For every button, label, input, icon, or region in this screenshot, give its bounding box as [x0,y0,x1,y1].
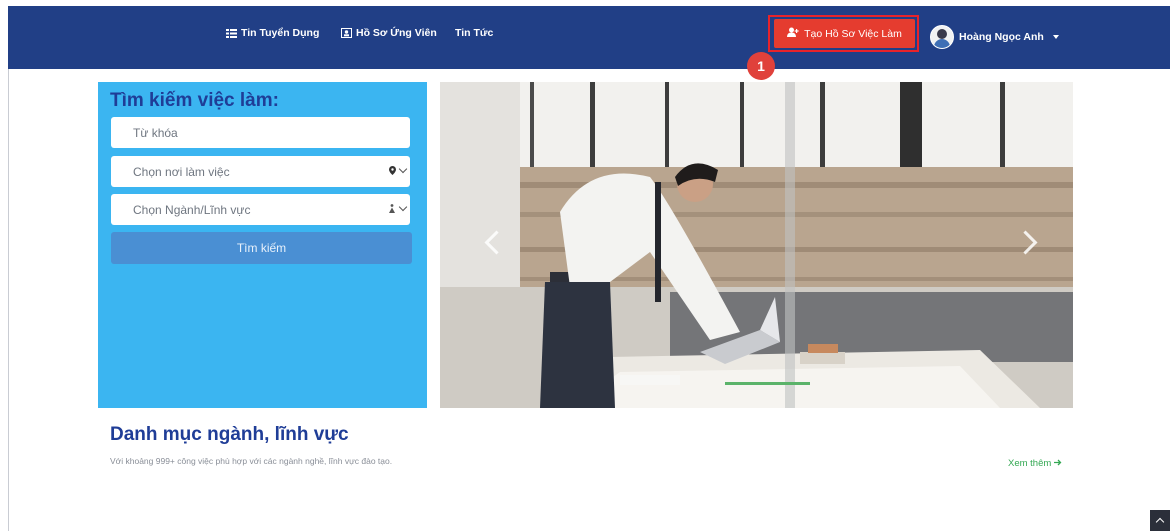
scroll-to-top-button[interactable] [1150,510,1170,531]
see-more-link[interactable]: Xem thêm [1008,458,1062,469]
search-button[interactable]: Tìm kiếm [111,232,412,264]
arrow-right-icon [1054,458,1062,469]
industry-icon [389,204,395,213]
nav-news-label: Tin Tức [455,27,494,39]
keyword-placeholder: Từ khóa [133,125,178,140]
location-select-value: Chọn nơi làm việc [133,164,230,179]
industry-select[interactable]: Chọn Ngành/Lĩnh vực [111,194,410,225]
highlight-annotation-box [768,15,919,52]
nav-candidates-link[interactable]: Hồ Sơ Ứng Viên [341,27,437,39]
categories-subtitle: Với khoảng 999+ công việc phù hợp với cá… [110,456,393,466]
search-title: Tìm kiếm việc làm: [110,90,279,111]
hero-photo [440,82,1073,408]
grid-icon [226,28,237,38]
chevron-up-icon [1155,517,1165,527]
location-select[interactable]: Chọn nơi làm việc [111,156,410,187]
chevron-down-icon [398,202,408,212]
user-menu[interactable]: Hoàng Ngọc Anh [930,25,1059,49]
user-name: Hoàng Ngọc Anh [959,31,1044,43]
nav-candidates-label: Hồ Sơ Ứng Viên [356,27,437,39]
caret-down-icon [1052,35,1059,39]
hero-carousel [440,82,1073,408]
keyword-input[interactable]: Từ khóa [111,117,410,148]
industry-select-value: Chọn Ngành/Lĩnh vực [133,202,251,217]
avatar [930,25,954,49]
chevron-down-icon [398,164,408,174]
categories-title: Danh mục ngành, lĩnh vực [110,424,349,445]
id-card-icon [341,28,352,38]
nav-jobs-label: Tin Tuyển Dụng [241,27,320,39]
map-marker-icon [389,166,396,175]
job-search-panel: Tìm kiếm việc làm: Từ khóa Chọn nơi làm … [98,82,427,408]
nav-news-link[interactable]: Tin Tức [455,27,493,39]
nav-jobs-link[interactable]: Tin Tuyển Dụng [226,27,319,39]
see-more-label: Xem thêm [1008,458,1052,469]
step-number-badge: 1 [747,52,775,80]
